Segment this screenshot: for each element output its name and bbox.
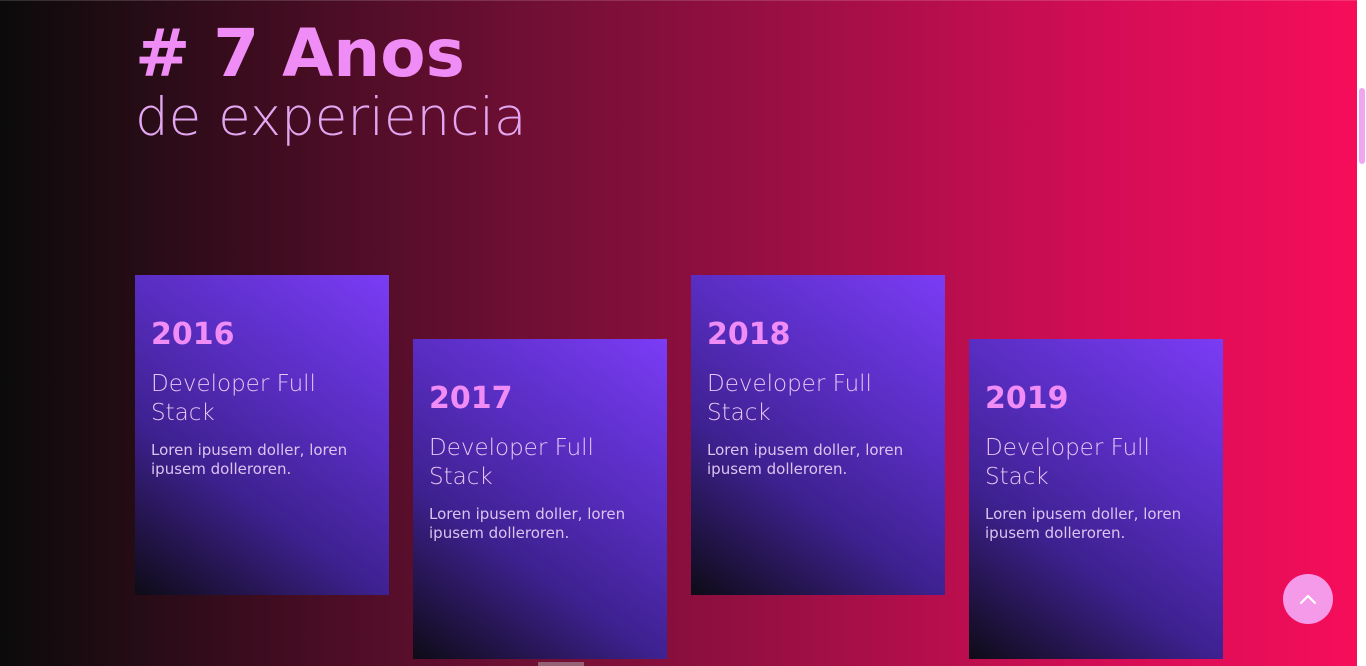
timeline-card-2018: 2018 Developer Full Stack Loren ipusem d… xyxy=(691,275,945,595)
card-role: Developer Full Stack xyxy=(985,435,1150,490)
timeline-card-2019: 2019 Developer Full Stack Loren ipusem d… xyxy=(969,339,1223,659)
card-year: 2017 xyxy=(429,381,513,416)
bottom-edge-marker xyxy=(538,662,584,666)
card-role: Developer Full Stack xyxy=(429,435,594,490)
card-description: Loren ipusem doller, loren ipusem doller… xyxy=(429,505,626,542)
scrollbar-thumb[interactable] xyxy=(1359,88,1365,164)
experience-subtitle: de experiencia xyxy=(135,87,527,148)
experience-title: # 7 Anos xyxy=(135,15,465,92)
scroll-to-top-button[interactable] xyxy=(1283,574,1333,624)
card-role: Developer Full Stack xyxy=(151,371,316,426)
card-year: 2016 xyxy=(151,317,235,352)
experience-heading: # 7 Anos de experiencia xyxy=(135,14,526,148)
card-year: 2018 xyxy=(707,317,791,352)
timeline-card-2017: 2017 Developer Full Stack Loren ipusem d… xyxy=(413,339,667,659)
card-description: Loren ipusem doller, loren ipusem doller… xyxy=(151,441,348,478)
top-divider xyxy=(0,0,1357,1)
card-description: Loren ipusem doller, loren ipusem doller… xyxy=(707,441,904,478)
card-role: Developer Full Stack xyxy=(707,371,872,426)
chevron-up-icon xyxy=(1299,594,1317,605)
card-year: 2019 xyxy=(985,381,1069,416)
card-description: Loren ipusem doller, loren ipusem doller… xyxy=(985,505,1182,542)
timeline-card-2016: 2016 Developer Full Stack Loren ipusem d… xyxy=(135,275,389,595)
page: # 7 Anos de experiencia 2016 Developer F… xyxy=(0,0,1357,666)
